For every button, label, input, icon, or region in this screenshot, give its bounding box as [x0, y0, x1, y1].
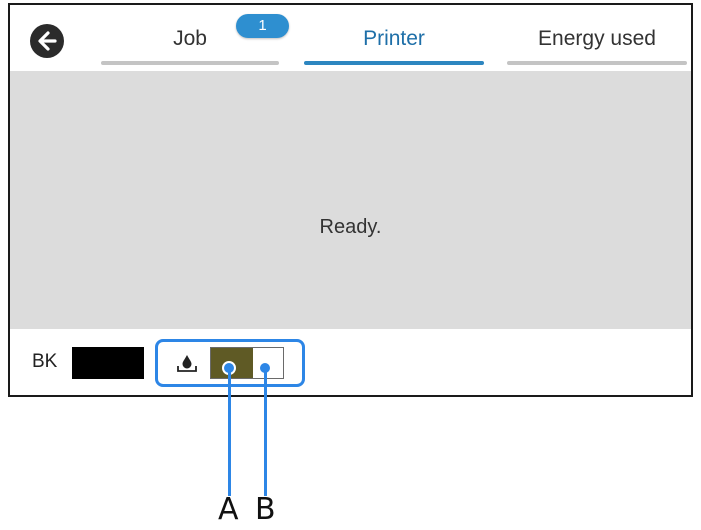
ink-label-bk: BK	[32, 351, 58, 372]
back-arrow-icon	[38, 31, 57, 51]
status-message: Ready.	[319, 216, 382, 238]
maintenance-box-level	[210, 347, 284, 379]
callout-b-line	[264, 370, 267, 496]
ink-drop-tray-icon	[177, 355, 197, 372]
ink-level-bk	[72, 347, 144, 379]
tab-printer[interactable]: Printer	[304, 5, 484, 71]
figure: Job 1 Printer Energy used Ready. BK A B	[0, 0, 701, 530]
tab-printer-label: Printer	[363, 27, 425, 50]
tab-energy-used[interactable]: Energy used	[507, 5, 687, 71]
status-area: Ready.	[10, 71, 691, 329]
callout-a-line	[228, 370, 231, 496]
tab-printer-underline	[304, 61, 484, 65]
supply-status-bar[interactable]: BK	[10, 329, 691, 395]
tab-job-underline	[101, 61, 279, 65]
tab-energy-used-label: Energy used	[538, 27, 656, 50]
callout-b-label: B	[255, 492, 276, 527]
printer-control-panel: Job 1 Printer Energy used Ready. BK	[8, 3, 693, 397]
job-count-badge: 1	[236, 14, 289, 38]
callout-a-label: A	[218, 492, 239, 527]
tab-energy-used-underline	[507, 61, 687, 65]
top-bar: Job 1 Printer Energy used	[10, 5, 691, 71]
back-button[interactable]	[30, 24, 64, 58]
